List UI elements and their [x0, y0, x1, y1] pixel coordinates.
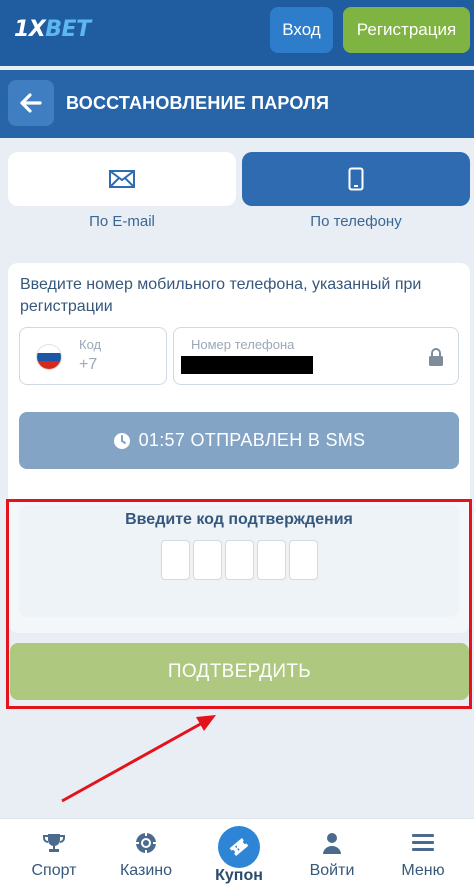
nav-menu[interactable]: Меню [376, 819, 470, 894]
register-button[interactable]: Регистрация [343, 7, 470, 53]
phone-number-field[interactable]: Номер телефона redacted [173, 327, 459, 385]
top-header: 1XBET Вход Регистрация [0, 0, 474, 66]
hamburger-menu-icon [412, 834, 434, 851]
country-code-label: Код [79, 337, 102, 352]
back-button[interactable] [8, 80, 54, 126]
sms-sent-label: 01:57 ОТПРАВЛЕН В SMS [138, 430, 366, 450]
phone-number-label: Номер телефона [191, 337, 295, 352]
instruction-text: Введите номер мобильного телефона, указа… [20, 276, 422, 315]
title-bar: ВОССТАНОВЛЕНИЕ ПАРОЛЯ [0, 70, 474, 138]
trophy-icon [43, 834, 65, 852]
envelope-icon [109, 170, 135, 188]
arrow-left-icon [20, 93, 42, 113]
lock-icon [429, 348, 443, 366]
sms-sent-timer-button[interactable]: 01:57 ОТПРАВЛЕН В SMS [19, 412, 459, 469]
casino-chip-icon [136, 833, 156, 853]
tab-email-label[interactable]: По E-mail [8, 213, 236, 230]
russia-flag-icon [36, 344, 62, 370]
brand-logo[interactable]: 1XBET [14, 17, 91, 42]
login-button[interactable]: Вход [270, 7, 333, 53]
ticket-icon [229, 838, 249, 856]
page-title: ВОССТАНОВЛЕНИЕ ПАРОЛЯ [66, 93, 330, 113]
nav-casino[interactable]: Казино [99, 819, 193, 894]
annotation-highlight-box [6, 499, 472, 709]
mobile-phone-icon [348, 167, 364, 191]
clock-icon [113, 432, 130, 449]
phone-number-value-redacted: redacted [181, 356, 313, 374]
nav-coupon-button[interactable] [218, 826, 260, 868]
user-icon [323, 833, 341, 854]
nav-sport[interactable]: Спорт [7, 819, 101, 894]
country-code-value: +7 [79, 356, 98, 373]
tab-phone-label[interactable]: По телефону [242, 213, 470, 230]
tab-email[interactable] [8, 152, 236, 206]
tab-phone[interactable] [242, 152, 470, 206]
nav-coupon-label[interactable]: Купон [192, 867, 286, 885]
nav-login[interactable]: Войти [285, 819, 379, 894]
country-code-field[interactable]: Код +7 [19, 327, 167, 385]
